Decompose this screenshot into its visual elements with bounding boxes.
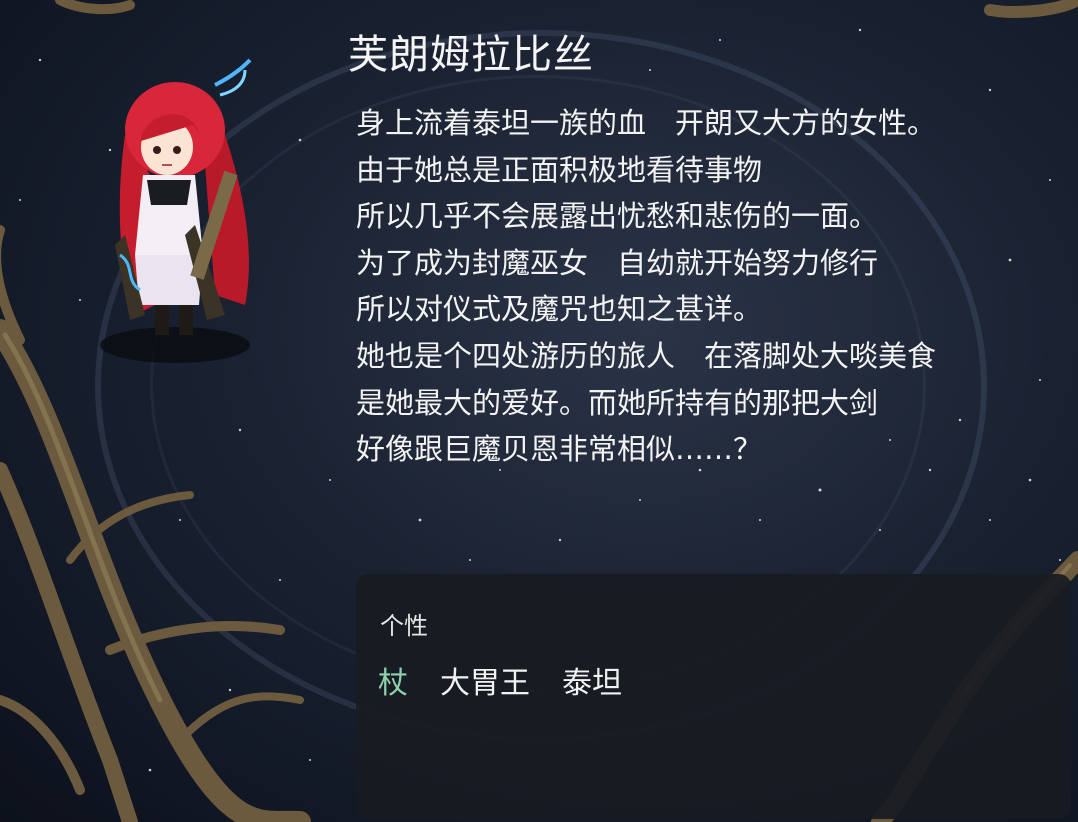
trait-tag: 大胃王 xyxy=(440,666,530,701)
description-line: 她也是个四处游历的旅人 在落脚处大啖美食 xyxy=(356,338,937,373)
description-line: 所以几乎不会展露出忧愁和悲伤的一面。 xyxy=(356,199,879,234)
character-description: 身上流着泰坦一族的血 开朗又大方的女性。 由于她总是正面积极地看待事物 所以几乎… xyxy=(356,100,1056,473)
description-line: 为了成为封魔巫女 自幼就开始努力修行 xyxy=(356,245,879,280)
character-name: 芙朗姆拉比丝 xyxy=(348,32,594,78)
traits-list: 杖 大胃王 泰坦 xyxy=(378,658,622,702)
description-line: 身上流着泰坦一族的血 开朗又大方的女性。 xyxy=(356,106,937,140)
trait-tag: 杖 xyxy=(378,666,408,701)
description-line: 是她最大的爱好。而她所持有的那把大剑 xyxy=(356,385,879,420)
description-line: 由于她总是正面积极地看待事物 xyxy=(356,152,763,187)
traits-label: 个性 xyxy=(380,612,428,640)
character-sprite xyxy=(100,58,252,363)
traits-panel: 个性 杖 大胃王 泰坦 xyxy=(356,574,1071,819)
trait-tag: 泰坦 xyxy=(562,666,622,701)
description-line: 所以对仪式及魔咒也知之甚详。 xyxy=(356,292,763,327)
description-line: 好像跟巨魔贝恩非常相似……？ xyxy=(356,432,763,467)
